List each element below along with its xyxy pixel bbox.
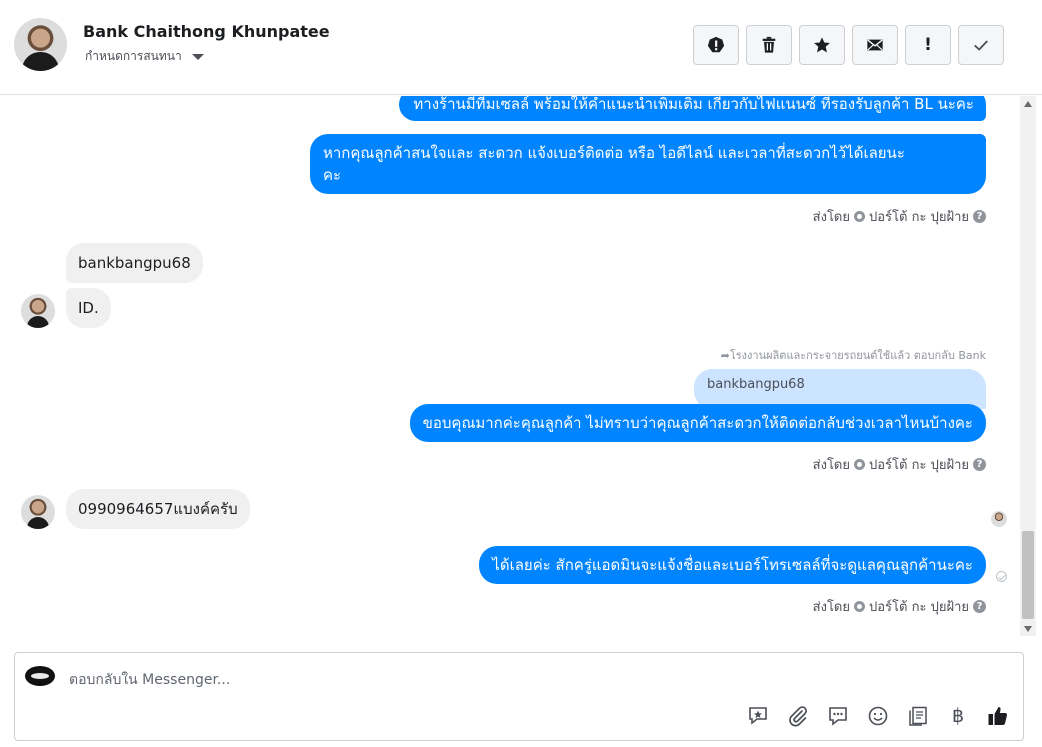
message-text: 0990964657แบงค์ครับ: [78, 500, 238, 518]
composer-toolbar: ฿: [745, 703, 1011, 729]
sender-name: ปอร์โต้ กะ ปุยฝ้าย: [869, 600, 969, 615]
delivered-check-icon: [996, 571, 1007, 582]
incoming-message[interactable]: 0990964657แบงค์ครับ: [66, 489, 250, 529]
sent-by-info: ส่งโดย ปอร์โต้ กะ ปุยฝ้าย ?: [813, 206, 986, 227]
follow-up-button[interactable]: !: [905, 25, 951, 65]
help-icon[interactable]: ?: [973, 458, 986, 471]
checkmark-icon: [974, 40, 988, 51]
message-text: คะ: [323, 166, 342, 184]
thumbs-up-icon: [988, 707, 1007, 725]
message-text: ID.: [78, 299, 99, 317]
conversation-header: Bank Chaithong Khunpatee กำหนดการสนทนา !: [0, 0, 1042, 95]
outgoing-message[interactable]: หากคุณลูกค้าสนใจและ สะดวก แจ้งเบอร์ติดต่…: [310, 134, 986, 194]
sent-by-prefix: ส่งโดย: [812, 458, 850, 473]
contact-name[interactable]: Bank Chaithong Khunpatee: [83, 22, 330, 41]
page-badge-icon: [854, 601, 865, 612]
message-thread[interactable]: ทางร้านมีทีมเซลล์ พร้อมให้คำแนะนำเพิ่มเต…: [0, 96, 1020, 636]
mark-unread-button[interactable]: [852, 25, 898, 65]
payment-button[interactable]: ฿: [945, 703, 971, 729]
sent-by-info: ส่งโดย ปอร์โต้ กะ ปุยฝ้าย ?: [813, 596, 986, 617]
thread-scrollbar[interactable]: [1020, 96, 1036, 636]
page-badge-icon: [854, 459, 865, 470]
sent-by-prefix: ส่งโดย: [812, 210, 850, 225]
sticker-icon: [749, 707, 767, 725]
contact-avatar[interactable]: [14, 18, 67, 71]
outgoing-message[interactable]: ทางร้านมีทีมเซลล์ พร้อมให้คำแนะนำเพิ่มเต…: [399, 96, 986, 121]
conversation-toolbar: !: [693, 25, 1004, 65]
message-text: ขอบคุณมากค่ะคุณลูกค้า ไม่ทราบว่าคุณลูกค้…: [422, 414, 973, 432]
help-icon[interactable]: ?: [973, 600, 986, 613]
quoted-text: bankbangpu68: [707, 377, 805, 392]
outgoing-message[interactable]: ได้เลยค่ะ สักครู่แอดมินจะแจ้งชื่อและเบอร…: [479, 546, 986, 584]
envelope-icon: [867, 39, 883, 51]
mark-done-button[interactable]: [958, 25, 1004, 65]
saved-replies-button[interactable]: [905, 703, 931, 729]
sent-by-info: ส่งโดย ปอร์โต้ กะ ปุยฝ้าย ?: [813, 454, 986, 475]
reply-arrow-icon: ➦: [720, 349, 730, 362]
paperclip-icon: [789, 706, 807, 727]
star-button[interactable]: [799, 25, 845, 65]
quoted-message[interactable]: bankbangpu68: [694, 369, 986, 409]
seen-by-avatar: [991, 511, 1007, 527]
scroll-down-arrow-icon[interactable]: [1024, 626, 1032, 632]
reply-input[interactable]: ตอบกลับใน Messenger...: [69, 669, 230, 691]
page-badge-icon: [854, 211, 865, 222]
alert-icon: [707, 36, 725, 53]
attach-button[interactable]: [785, 703, 811, 729]
contact-avatar[interactable]: [21, 294, 55, 328]
help-icon[interactable]: ?: [973, 210, 986, 223]
conversation-schedule-dropdown[interactable]: กำหนดการสนทนา: [85, 47, 204, 66]
quick-reply-button[interactable]: [825, 703, 851, 729]
incoming-message[interactable]: ID.: [66, 288, 111, 328]
message-text: หากคุณลูกค้าสนใจและ สะดวก แจ้งเบอร์ติดต่…: [323, 144, 905, 162]
like-button[interactable]: [985, 703, 1011, 729]
exclamation-icon: !: [924, 35, 932, 55]
message-text: bankbangpu68: [78, 254, 191, 272]
sticker-button[interactable]: [745, 703, 771, 729]
baht-icon: ฿: [951, 705, 965, 727]
messenger-inbox-conversation: Bank Chaithong Khunpatee กำหนดการสนทนา !: [0, 0, 1042, 747]
delete-button[interactable]: [746, 25, 792, 65]
contact-avatar[interactable]: [21, 495, 55, 529]
page-avatar: [25, 666, 55, 686]
star-icon: [814, 37, 830, 53]
scrollbar-thumb[interactable]: [1022, 531, 1034, 619]
saved-replies-icon: [909, 706, 927, 726]
chevron-down-icon: [191, 53, 204, 60]
scroll-up-arrow-icon[interactable]: [1024, 101, 1032, 107]
message-text: ทางร้านมีทีมเซลล์ พร้อมให้คำแนะนำเพิ่มเต…: [413, 96, 974, 113]
sender-name: ปอร์โต้ กะ ปุยฝ้าย: [869, 210, 969, 225]
outgoing-message[interactable]: ขอบคุณมากค่ะคุณลูกค้า ไม่ทราบว่าคุณลูกค้…: [409, 404, 986, 442]
incoming-message[interactable]: bankbangpu68: [66, 243, 203, 283]
emoji-button[interactable]: [865, 703, 891, 729]
message-text: ได้เลยค่ะ สักครู่แอดมินจะแจ้งชื่อและเบอร…: [492, 556, 973, 574]
reply-note-text: โรงงานผลิตและกระจายรถยนต์ใช้แล้ว ตอบกลับ…: [729, 349, 986, 362]
emoji-icon: [868, 706, 888, 726]
chat-bubble-icon: [829, 707, 847, 726]
schedule-label: กำหนดการสนทนา: [85, 49, 182, 63]
report-spam-button[interactable]: [693, 25, 739, 65]
reply-note: ➦โรงงานผลิตและกระจายรถยนต์ใช้แล้ว ตอบกลั…: [721, 346, 986, 364]
sender-name: ปอร์โต้ กะ ปุยฝ้าย: [869, 458, 969, 473]
sent-by-prefix: ส่งโดย: [812, 600, 850, 615]
trash-icon: [762, 36, 776, 53]
reply-composer: ตอบกลับใน Messenger... ฿: [14, 652, 1024, 741]
